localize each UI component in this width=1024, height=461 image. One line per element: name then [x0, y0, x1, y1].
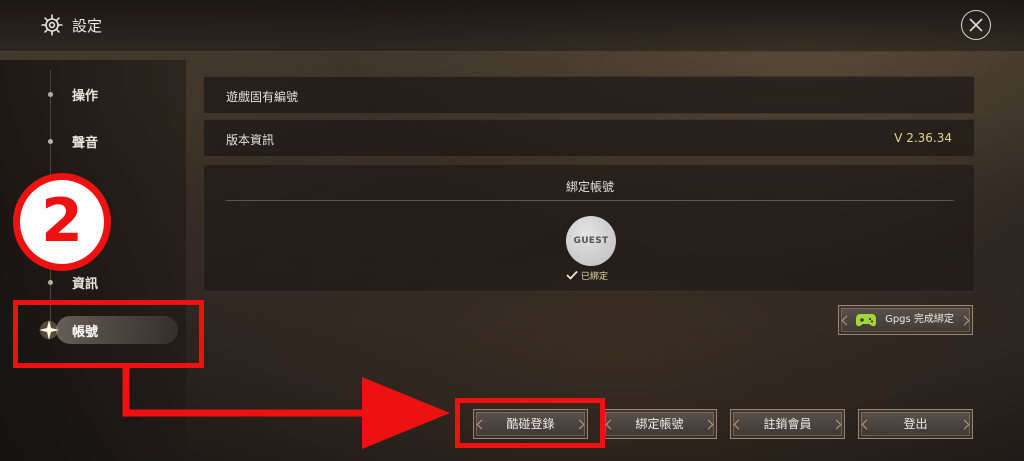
annotation-arrow	[122, 366, 450, 449]
